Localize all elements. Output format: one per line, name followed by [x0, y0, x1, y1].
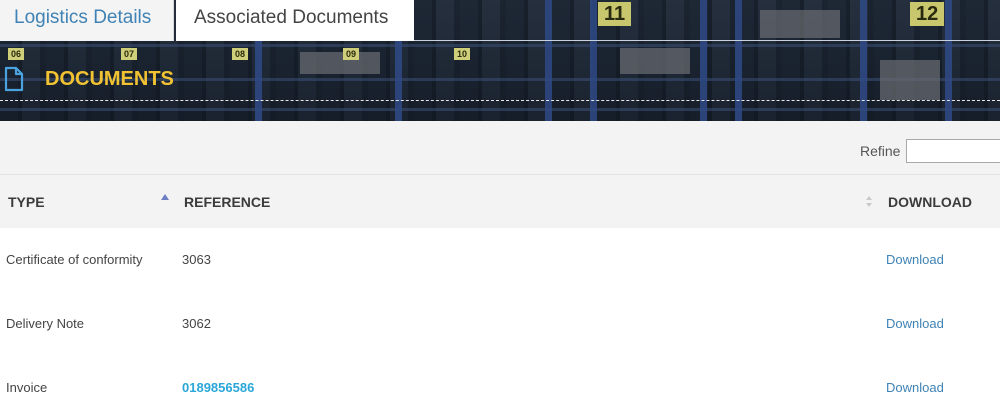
sort-ascending-icon[interactable] [161, 194, 169, 200]
document-icon [4, 66, 24, 92]
bay-sign: 08 [232, 48, 249, 60]
table-row: Delivery Note 3062 Download [0, 292, 1000, 356]
section-header: DOCUMENTS [0, 59, 174, 99]
section-divider [0, 100, 1000, 101]
download-link[interactable]: Download [886, 292, 944, 356]
reference-link[interactable]: 0189856586 [182, 356, 254, 420]
cell-type: Certificate of conformity [6, 252, 143, 267]
download-link[interactable]: Download [886, 228, 944, 292]
column-header-download-link[interactable]: DOWNLOAD LINK [888, 175, 1000, 264]
banner-box [620, 48, 690, 74]
refine-input[interactable] [906, 139, 1000, 163]
cell-reference: 3063 [182, 252, 211, 267]
cell-type: Delivery Note [6, 316, 85, 331]
tab-bar: Logistics Details Associated Documents [0, 0, 1000, 41]
table-row: Certificate of conformity 3063 Download [0, 228, 1000, 292]
tab-divider [414, 40, 1000, 41]
bay-sign: 10 [454, 48, 471, 60]
tab-logistics-details[interactable]: Logistics Details [0, 0, 174, 41]
refine-bar [0, 121, 1000, 174]
banner-box [880, 60, 940, 100]
banner-shelf [0, 108, 1000, 111]
cell-type: Invoice [6, 380, 48, 395]
column-header-reference[interactable]: REFERENCE [184, 175, 270, 229]
download-link[interactable]: Download [886, 356, 944, 420]
column-header-type[interactable]: TYPE [8, 175, 45, 229]
cell-reference: 3062 [182, 316, 211, 331]
banner-shelf [0, 44, 1000, 47]
table-row: Invoice 0189856586 Download [0, 356, 1000, 399]
section-title: DOCUMENTS [45, 67, 174, 90]
bay-sign: 09 [343, 48, 360, 60]
table-header: TYPE REFERENCE DOWNLOAD LINK [0, 174, 1000, 264]
tab-associated-documents[interactable]: Associated Documents [176, 0, 414, 41]
banner-box [300, 52, 380, 74]
sort-both-icon[interactable] [866, 196, 874, 208]
refine-label: Refine [860, 143, 901, 159]
